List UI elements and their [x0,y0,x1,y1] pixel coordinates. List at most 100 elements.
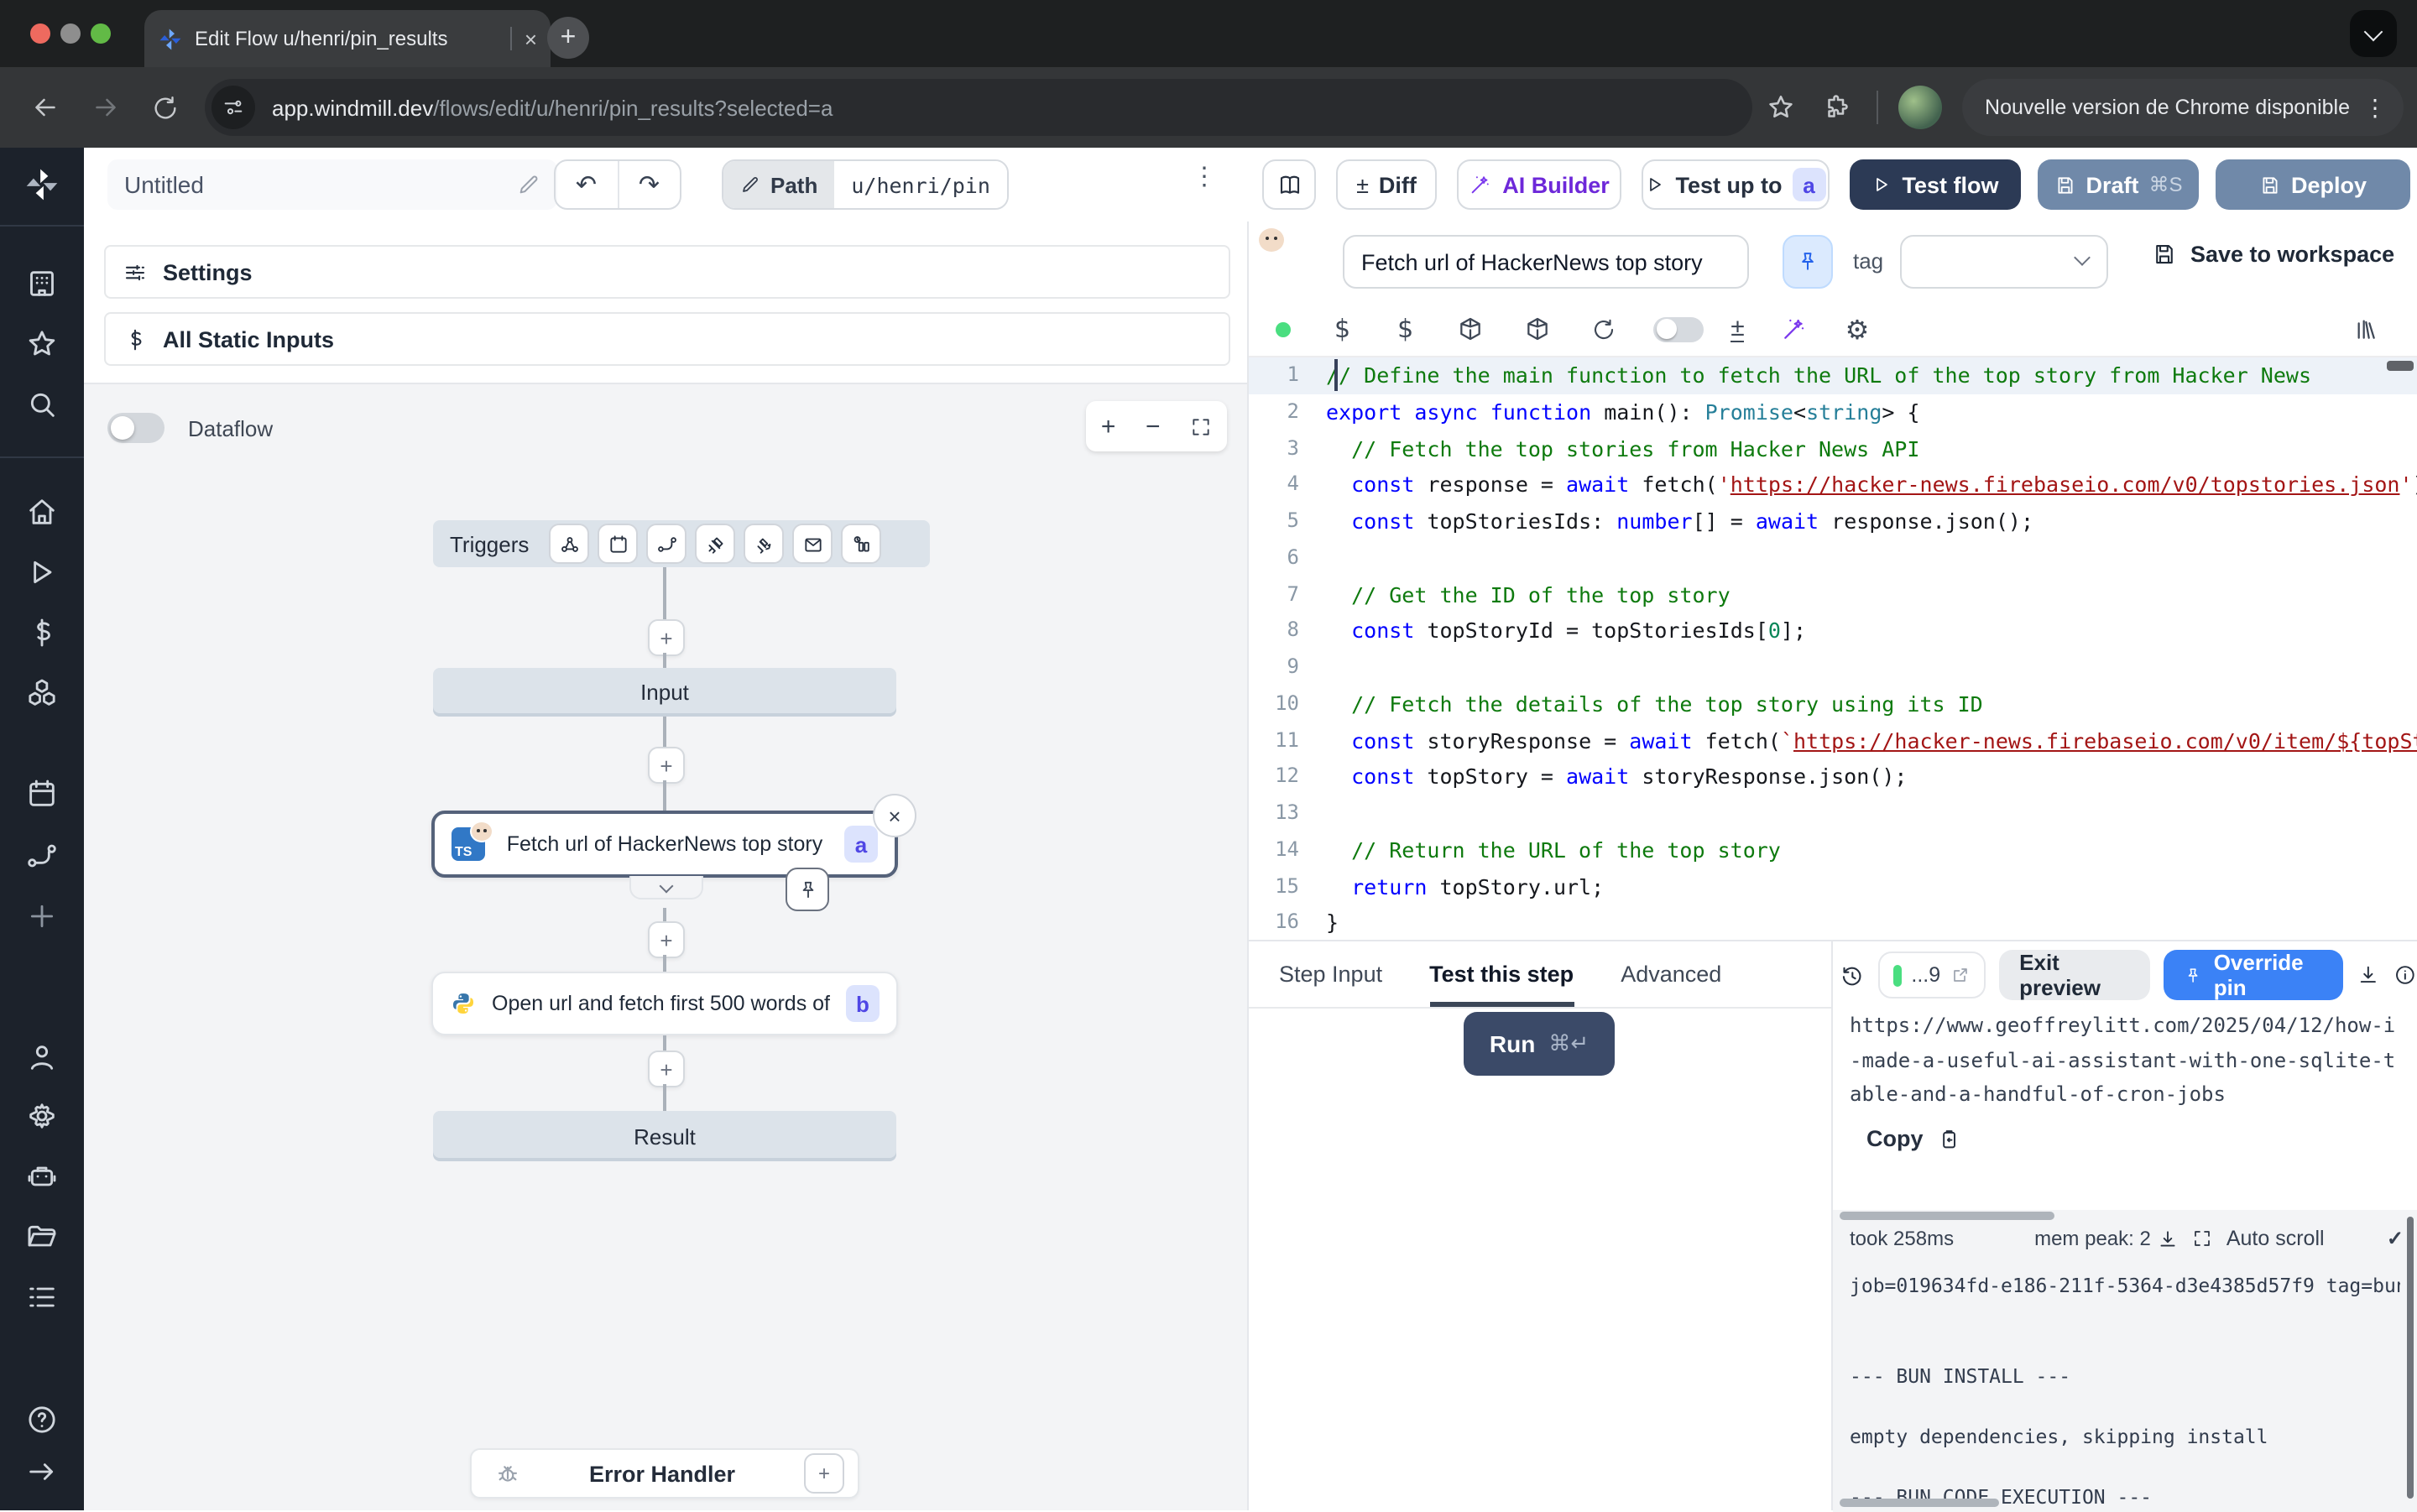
library-icon[interactable] [2353,315,2380,342]
result-url[interactable]: https://www.geoffreylitt.com/2025/04/12/… [1850,1009,2397,1112]
save-to-workspace-button[interactable]: Save to workspace [2152,242,2394,267]
collapse-sidebar-icon[interactable] [25,1455,59,1489]
external-link-icon[interactable] [1950,965,1971,985]
settings-gear-icon[interactable] [25,1099,59,1133]
websocket-icon[interactable] [695,524,735,564]
forward-icon[interactable] [91,92,121,123]
code-editor[interactable]: 1// Define the main function to fetch th… [1249,356,2417,941]
resources-icon[interactable] [25,676,59,710]
ai-builder-button[interactable]: AI Builder [1457,159,1621,210]
tab-test-this-step[interactable]: Test this step [1429,941,1574,1007]
favorites-icon[interactable] [25,327,59,361]
path-editor[interactable]: Path u/henri/pin [722,159,1009,210]
remove-step-button[interactable]: × [873,794,916,837]
step-node-b[interactable]: Open url and fetch first 500 words of ..… [431,972,898,1035]
workspace-icon[interactable] [25,267,59,300]
chrome-update-button[interactable]: Nouvelle version de Chrome disponible ⋮ [1961,79,2404,136]
deploy-button[interactable]: Deploy [2216,159,2410,210]
profile-avatar[interactable] [1898,86,1941,129]
tab-search-chevron[interactable] [2350,10,2397,57]
zoom-in-button[interactable]: + [1101,412,1116,441]
tab-close-icon[interactable]: × [525,28,537,50]
schedule-icon[interactable] [598,524,638,564]
extensions-icon[interactable] [1822,92,1852,123]
refresh-icon[interactable] [1591,316,1616,342]
editor-settings-icon[interactable]: ⚙ [1845,313,1870,345]
window-zoom-button[interactable] [91,23,111,44]
test-up-to-button[interactable]: Test up to a [1642,159,1830,210]
log-lines[interactable]: job=019634fd-e186-211f-5364-d3e4385d57f9… [1850,1270,2400,1512]
add-error-handler-button[interactable]: + [804,1453,844,1494]
watch-icon[interactable] [841,524,881,564]
all-static-inputs-row[interactable]: All Static Inputs [104,312,1230,366]
override-pin-button[interactable]: Override pin [2163,950,2343,1000]
tab-advanced[interactable]: Advanced [1621,941,1721,1007]
webhook-icon[interactable] [549,524,589,564]
address-bar[interactable]: app.windmill.dev/flows/edit/u/henri/pin_… [205,79,1752,136]
variables-icon[interactable]: $ [1334,314,1350,344]
fullscreen-icon[interactable] [1190,415,1212,437]
triggers-icon[interactable] [25,839,59,873]
reload-icon[interactable] [151,93,180,122]
test-flow-button[interactable]: Test flow [1850,159,2021,210]
download-icon[interactable] [2357,962,2381,988]
resources-icon[interactable]: $ [1397,314,1413,344]
autoscroll-check-icon[interactable]: ✓ [2387,1227,2404,1250]
pin-badge[interactable] [786,868,829,911]
draft-button[interactable]: Draft⌘S [2038,159,2199,210]
plus-icon[interactable] [25,899,59,933]
expand-icon[interactable] [2193,1228,2213,1249]
search-icon[interactable] [25,388,59,421]
runs-icon[interactable] [25,555,59,589]
pin-button[interactable] [1783,235,1833,289]
window-minimize-button[interactable] [60,23,81,44]
users-icon[interactable] [25,1040,59,1074]
step-summary-input[interactable]: Fetch url of HackerNews top story [1343,235,1749,289]
tag-select[interactable] [1900,235,2108,289]
dataflow-toggle[interactable] [107,413,164,443]
editor-scrollbar[interactable] [2387,361,2414,371]
diff-button[interactable]: ±Diff [1336,159,1437,210]
folders-icon[interactable] [25,1220,59,1254]
home-icon[interactable] [25,495,59,529]
history-icon[interactable] [1840,961,1864,989]
expand-step-chevron[interactable] [629,876,703,899]
new-tab-button[interactable]: + [547,17,589,59]
window-close-button[interactable] [30,23,50,44]
log-hscrollbar[interactable] [1840,1499,1999,1507]
variables-icon[interactable] [25,616,59,649]
more-options-icon[interactable]: ⋮ [1192,161,1217,191]
windmill-logo[interactable] [23,166,60,203]
redo-button[interactable]: ↷ [619,161,680,208]
download-icon[interactable] [2158,1228,2179,1249]
diff-mode-toggle[interactable] [1653,316,1704,342]
triggers-node[interactable]: Triggers [433,520,930,567]
undo-button[interactable]: ↶ [556,161,619,208]
log-vscrollbar[interactable] [2407,1217,2414,1499]
flow-settings-row[interactable]: Settings [104,245,1230,299]
bookmark-star-icon[interactable] [1765,92,1795,123]
info-icon[interactable] [2394,962,2417,988]
run-button[interactable]: Run⌘↵ [1464,1012,1615,1076]
help-icon[interactable] [25,1403,59,1436]
route-icon[interactable] [646,524,686,564]
log-hscrollbar[interactable] [1840,1212,2054,1220]
step-node-a[interactable]: TS Fetch url of HackerNews top story a [431,811,898,878]
insert-step-button[interactable]: + [648,619,685,656]
package-icon[interactable] [1457,315,1484,342]
insert-step-button[interactable]: + [648,1051,685,1087]
docs-button[interactable] [1262,159,1316,210]
tab-step-input[interactable]: Step Input [1279,941,1382,1007]
insert-step-button[interactable]: + [648,747,685,784]
plusminus-icon[interactable]: ± [1731,315,1744,342]
job-id-chip[interactable]: ...9 [1877,952,1986,998]
email-icon[interactable] [792,524,833,564]
site-settings-icon[interactable] [211,86,255,129]
browser-tab[interactable]: Edit Flow u/henri/pin_results × [144,10,551,67]
zoom-out-button[interactable]: − [1146,412,1161,441]
flow-name-input[interactable]: Untitled [107,159,557,210]
copy-button[interactable]: Copy [1866,1126,1960,1151]
exit-preview-button[interactable]: Exit preview [1999,950,2149,1000]
result-node[interactable]: Result [433,1111,896,1161]
schedules-icon[interactable] [25,777,59,811]
